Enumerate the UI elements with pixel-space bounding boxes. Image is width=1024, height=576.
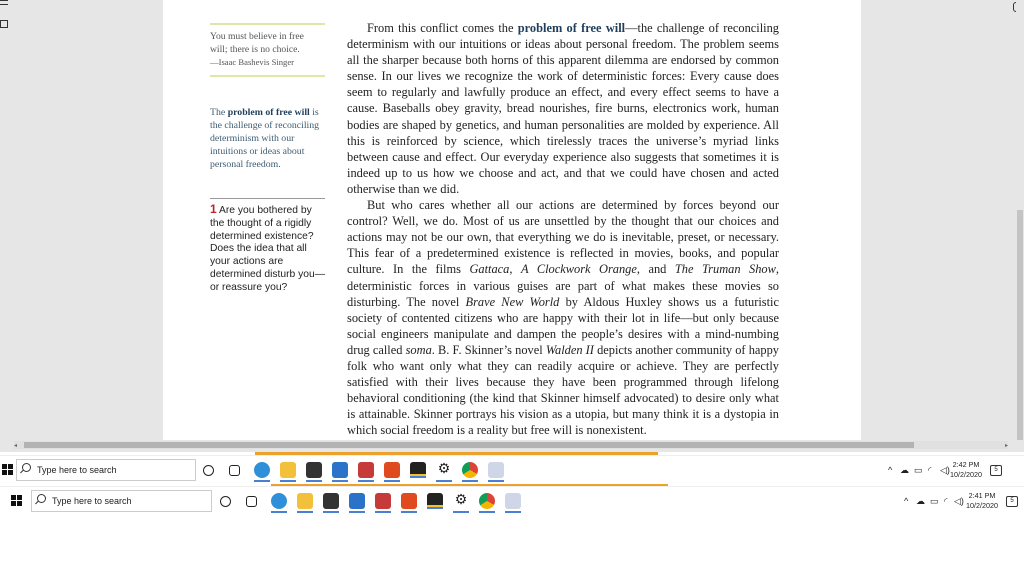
taskbar-inner: Type here to search ⚙ ^ ☁ ▭ ◜ ◁) 2:42 PM… [0, 455, 1024, 485]
taskbar-search[interactable]: Type here to search [16, 459, 196, 481]
film-title: Gattaca [469, 262, 510, 277]
epigraph-quote: You must believe in free will; there is … [210, 30, 328, 69]
clock-time: 2:42 PM [952, 460, 980, 469]
text-run: From this conflict comes the [367, 21, 518, 35]
question-text: Are you bothered by the thought of a rig… [210, 205, 326, 293]
task-view-icon[interactable] [246, 496, 257, 507]
vertical-scroll-thumb[interactable] [1017, 210, 1023, 440]
question-number: 1 [210, 202, 217, 216]
cortana-icon[interactable] [203, 465, 214, 476]
left-toolbar [0, 0, 10, 40]
search-placeholder: Type here to search [52, 496, 132, 506]
quote-author: —Isaac Bashevis Singer [210, 57, 295, 67]
clock[interactable]: 2:41 PM 10/2/2020 [962, 491, 1002, 511]
calendar-icon[interactable] [358, 462, 374, 482]
text-run: , and [636, 262, 675, 277]
margin-question: 1 Are you bothered by the thought of a r… [210, 203, 328, 295]
scroll-left-icon[interactable]: ◂ [14, 442, 17, 449]
mail-icon[interactable] [349, 493, 365, 513]
key-term: problem of free will [517, 21, 626, 35]
clock-date: 10/2/2020 [966, 501, 998, 510]
system-tray: ^ ☁ ▭ ◜ ◁) 2:41 PM 10/2/2020 5 [900, 487, 1024, 517]
app-icon[interactable] [488, 462, 504, 482]
office-icon[interactable] [401, 493, 417, 513]
main-text: From this conflict comes the problem of … [347, 20, 779, 438]
file-explorer-icon[interactable] [280, 462, 296, 482]
definition-lead: The [210, 107, 228, 118]
drug-name: soma [405, 342, 432, 357]
taskbar-search[interactable]: Type here to search [31, 490, 212, 512]
document-viewer: You must believe in free will; there is … [0, 0, 1024, 452]
chrome-icon[interactable] [462, 462, 478, 482]
search-icon [37, 494, 46, 503]
settings-icon[interactable]: ⚙ [453, 493, 469, 513]
search-placeholder: Type here to search [37, 465, 117, 475]
quote-line: You must believe in free [210, 31, 304, 42]
edge-icon[interactable] [254, 462, 270, 482]
system-tray: ^ ☁ ▭ ◜ ◁) 2:42 PM 10/2/2020 5 [884, 456, 1024, 486]
calendar-icon[interactable] [375, 493, 391, 513]
edge-icon[interactable] [271, 493, 287, 513]
horizontal-scroll-thumb[interactable] [24, 442, 914, 448]
app-icon[interactable] [505, 493, 521, 513]
cloud-icon[interactable]: ☁ [900, 465, 909, 476]
store-icon[interactable] [306, 462, 322, 482]
windows-start-icon[interactable] [2, 464, 14, 476]
notification-icon[interactable]: 5 [1006, 496, 1018, 507]
question-rule [210, 198, 325, 199]
windows-start-icon[interactable] [11, 495, 23, 507]
quote-line: will; there is no choice. [210, 44, 300, 55]
chrome-icon[interactable] [479, 493, 495, 513]
film-title: A Clockwork Orange [520, 262, 637, 277]
wifi-icon[interactable]: ◜ [944, 496, 948, 507]
taskbar-outer: Type here to search ⚙ ^ ☁ ▭ ◜ ◁) 2:41 PM… [0, 486, 1024, 516]
page-icon[interactable] [0, 20, 8, 28]
settings-icon[interactable]: ⚙ [436, 462, 452, 482]
novel-title: Walden II [545, 342, 594, 357]
chevron-up-icon[interactable]: ^ [888, 465, 892, 475]
margin-definition: The problem of free will is the challeng… [210, 106, 325, 171]
vertical-scrollbar[interactable] [1016, 0, 1024, 452]
clock[interactable]: 2:42 PM 10/2/2020 [946, 460, 986, 480]
paragraph-2: But who cares whether all our actions ar… [347, 197, 779, 438]
notification-icon[interactable]: 5 [990, 465, 1002, 476]
mail-icon[interactable] [332, 462, 348, 482]
clock-time: 2:41 PM [968, 491, 996, 500]
task-view-icon[interactable] [229, 465, 240, 476]
horizontal-scrollbar[interactable]: ◂ ▸ [14, 441, 1008, 449]
text-run: . B. F. Skinner’s novel [431, 342, 546, 357]
film-title: The Truman Show [674, 262, 776, 277]
file-explorer-icon[interactable] [297, 493, 313, 513]
battery-icon[interactable]: ▭ [914, 465, 923, 476]
text-run: depicts another community of happy folk … [347, 342, 779, 438]
sticky-notes-icon[interactable] [427, 493, 443, 509]
text-run: , [509, 262, 521, 277]
search-icon [22, 463, 31, 472]
quote-rule-top [210, 23, 325, 25]
clock-date: 10/2/2020 [950, 470, 982, 479]
quote-rule-bottom [210, 75, 325, 77]
cortana-icon[interactable] [220, 496, 231, 507]
office-icon[interactable] [384, 462, 400, 482]
text-run: —the challenge of reconciling determinis… [347, 21, 779, 196]
sticky-notes-icon[interactable] [410, 462, 426, 478]
scroll-right-icon[interactable]: ▸ [1005, 442, 1008, 449]
cloud-icon[interactable]: ☁ [916, 496, 925, 507]
paragraph-1: From this conflict comes the problem of … [347, 20, 779, 197]
store-icon[interactable] [323, 493, 339, 513]
menu-icon[interactable] [0, 0, 8, 5]
battery-icon[interactable]: ▭ [930, 496, 939, 507]
chevron-up-icon[interactable]: ^ [904, 496, 908, 506]
wifi-icon[interactable]: ◜ [928, 465, 932, 476]
definition-term: problem of free will [227, 107, 310, 118]
novel-title: Brave New World [465, 294, 560, 309]
